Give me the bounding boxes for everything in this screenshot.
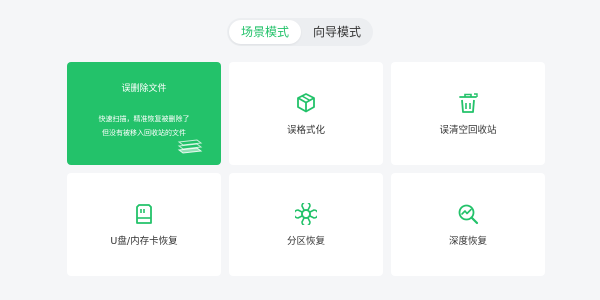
recovery-home: 场景模式 向导模式 误删除文件 快速扫描，精准恢复被删除了 但没有被移入回收站的… xyxy=(0,0,600,300)
card-recycle-bin[interactable]: 误清空回收站 xyxy=(391,62,545,165)
tab-wizard-mode[interactable]: 向导模式 xyxy=(301,20,373,44)
card-deleted-files-desc-line2: 但没有被移入回收站的文件 xyxy=(102,129,186,137)
sd-card-icon xyxy=(133,203,155,225)
trash-icon xyxy=(457,92,479,114)
card-usb-card[interactable]: U盘/内存卡恢复 xyxy=(67,173,221,276)
card-partition[interactable]: 分区恢复 xyxy=(229,173,383,276)
mode-switch: 场景模式 向导模式 xyxy=(227,18,373,46)
stack-decoration-icon xyxy=(177,139,203,154)
card-deleted-files-desc-line1: 快速扫描，精准恢复被删除了 xyxy=(98,115,190,123)
tab-scene-mode[interactable]: 场景模式 xyxy=(229,20,302,44)
card-recycle-bin-label: 误清空回收站 xyxy=(439,124,497,136)
card-deep-scan[interactable]: 深度恢复 xyxy=(391,173,545,276)
card-deleted-files-title: 误删除文件 xyxy=(121,84,167,94)
card-deleted-files[interactable]: 误删除文件 快速扫描，精准恢复被删除了 但没有被移入回收站的文件 xyxy=(67,62,221,165)
deep-scan-icon xyxy=(457,203,479,225)
card-format-label: 误格式化 xyxy=(286,124,325,136)
card-partition-label: 分区恢复 xyxy=(286,235,325,247)
card-format[interactable]: 误格式化 xyxy=(229,62,383,165)
partition-icon xyxy=(295,202,317,225)
card-deep-scan-label: 深度恢复 xyxy=(448,235,487,247)
cube-icon xyxy=(295,92,317,114)
card-usb-card-label: U盘/内存卡恢复 xyxy=(110,235,178,247)
